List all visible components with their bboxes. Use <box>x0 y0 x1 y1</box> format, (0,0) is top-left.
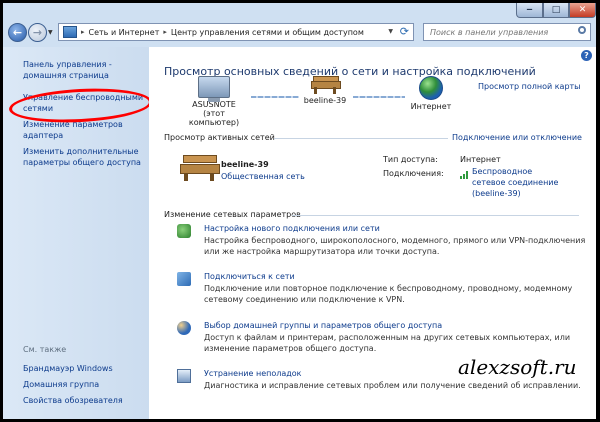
map-node-computer: ASUSNOTE (этот компьютер) <box>179 76 249 127</box>
wireless-connection-link[interactable]: Беспроводное сетевое соединение (beeline… <box>472 166 568 199</box>
view-full-map-link[interactable]: Просмотр полной карты <box>478 82 581 91</box>
refresh-icon[interactable]: ⟳ <box>400 25 409 38</box>
back-button[interactable]: ← <box>8 23 27 42</box>
bench-icon <box>311 76 341 94</box>
help-icon[interactable]: ? <box>581 50 592 61</box>
access-type-label: Тип доступа: <box>383 155 438 164</box>
sidebar-link-homegroup[interactable]: Домашняя группа <box>23 379 147 390</box>
sidebar-link-firewall[interactable]: Брандмауэр Windows <box>23 363 147 374</box>
active-network-name: beeline-39 <box>221 160 269 169</box>
bench-icon <box>180 155 220 181</box>
new-connection-icon <box>177 224 191 238</box>
watermark-text: alexzsoft.ru <box>458 355 577 379</box>
close-button[interactable]: ✕ <box>569 3 596 18</box>
search-input[interactable] <box>430 27 570 37</box>
task-title-link[interactable]: Устранение неполадок <box>204 369 302 378</box>
address-dropdown-icon[interactable]: ▼ <box>388 28 393 35</box>
task-title-link[interactable]: Настройка нового подключения или сети <box>204 224 380 233</box>
wireless-signal-icon <box>460 171 469 179</box>
computer-icon <box>198 76 230 102</box>
map-node-internet: Интернет <box>403 76 459 111</box>
breadcrumb-network-center[interactable]: Центр управления сетями и общим доступом <box>171 28 364 37</box>
sidebar-link-internet-options[interactable]: Свойства обозревателя <box>23 395 147 406</box>
task-description: Подключение или повторное подключение к … <box>204 284 573 304</box>
sidebar-link-sharing-settings[interactable]: Изменить дополнительные параметры общего… <box>23 146 147 168</box>
breadcrumb-network-internet[interactable]: Сеть и Интернет <box>89 28 160 37</box>
homegroup-icon <box>177 321 191 335</box>
network-type-link[interactable]: Общественная сеть <box>221 172 305 181</box>
search-box[interactable] <box>423 23 591 41</box>
section-divider <box>274 138 448 139</box>
navigation-bar: ← → ▼ ▸ Сеть и Интернет ▸ Центр управлен… <box>3 21 596 47</box>
minimize-button[interactable]: ‒ <box>516 3 543 18</box>
section-divider <box>292 215 579 216</box>
forward-button[interactable]: → <box>28 23 47 42</box>
task-description: Настройка беспроводного, широкополосного… <box>204 236 586 256</box>
breadcrumb-separator-icon[interactable]: ▸ <box>163 28 167 36</box>
control-panel-window: ‒ □ ✕ ← → ▼ ▸ Сеть и Интернет ▸ Центр уп… <box>3 3 596 419</box>
troubleshoot-icon <box>177 369 191 383</box>
connections-label: Подключения: <box>383 169 444 178</box>
task-title-link[interactable]: Подключиться к сети <box>204 272 295 281</box>
sidebar-link-adapter-settings[interactable]: Изменение параметров адаптера <box>23 119 147 141</box>
sidebar-link-home[interactable]: Панель управления - домашняя страница <box>23 59 147 81</box>
search-icon[interactable] <box>578 26 586 34</box>
maximize-button[interactable]: □ <box>543 3 569 18</box>
map-connector-line <box>251 96 299 98</box>
active-networks-heading: Просмотр активных сетей <box>164 133 275 142</box>
task-title-link[interactable]: Выбор домашней группы и параметров общег… <box>204 321 442 330</box>
change-settings-heading: Изменение сетевых параметров <box>164 210 301 219</box>
connect-disconnect-link[interactable]: Подключение или отключение <box>452 133 582 142</box>
left-navigation-pane: Панель управления - домашняя страница Уп… <box>3 47 149 419</box>
sidebar-link-manage-wireless[interactable]: Управление беспроводными сетями <box>23 92 147 114</box>
access-type-value: Интернет <box>460 155 501 164</box>
map-node-subtitle: (этот компьютер) <box>188 109 240 127</box>
map-node-name: beeline-39 <box>303 96 347 105</box>
map-node-network: beeline-39 <box>297 76 353 105</box>
map-connector-line <box>353 96 405 98</box>
control-panel-icon <box>63 26 77 38</box>
globe-icon <box>419 76 443 100</box>
address-bar[interactable]: ▸ Сеть и Интернет ▸ Центр управления сет… <box>58 23 414 41</box>
task-description: Доступ к файлам и принтерам, расположенн… <box>204 333 571 353</box>
connect-network-icon <box>177 272 191 286</box>
task-description: Диагностика и исправление сетевых пробле… <box>204 381 581 390</box>
map-node-name: Интернет <box>410 102 452 111</box>
breadcrumb-separator-icon[interactable]: ▸ <box>81 28 85 36</box>
see-also-heading: См. также <box>23 345 67 354</box>
history-dropdown-icon[interactable]: ▼ <box>48 29 53 36</box>
